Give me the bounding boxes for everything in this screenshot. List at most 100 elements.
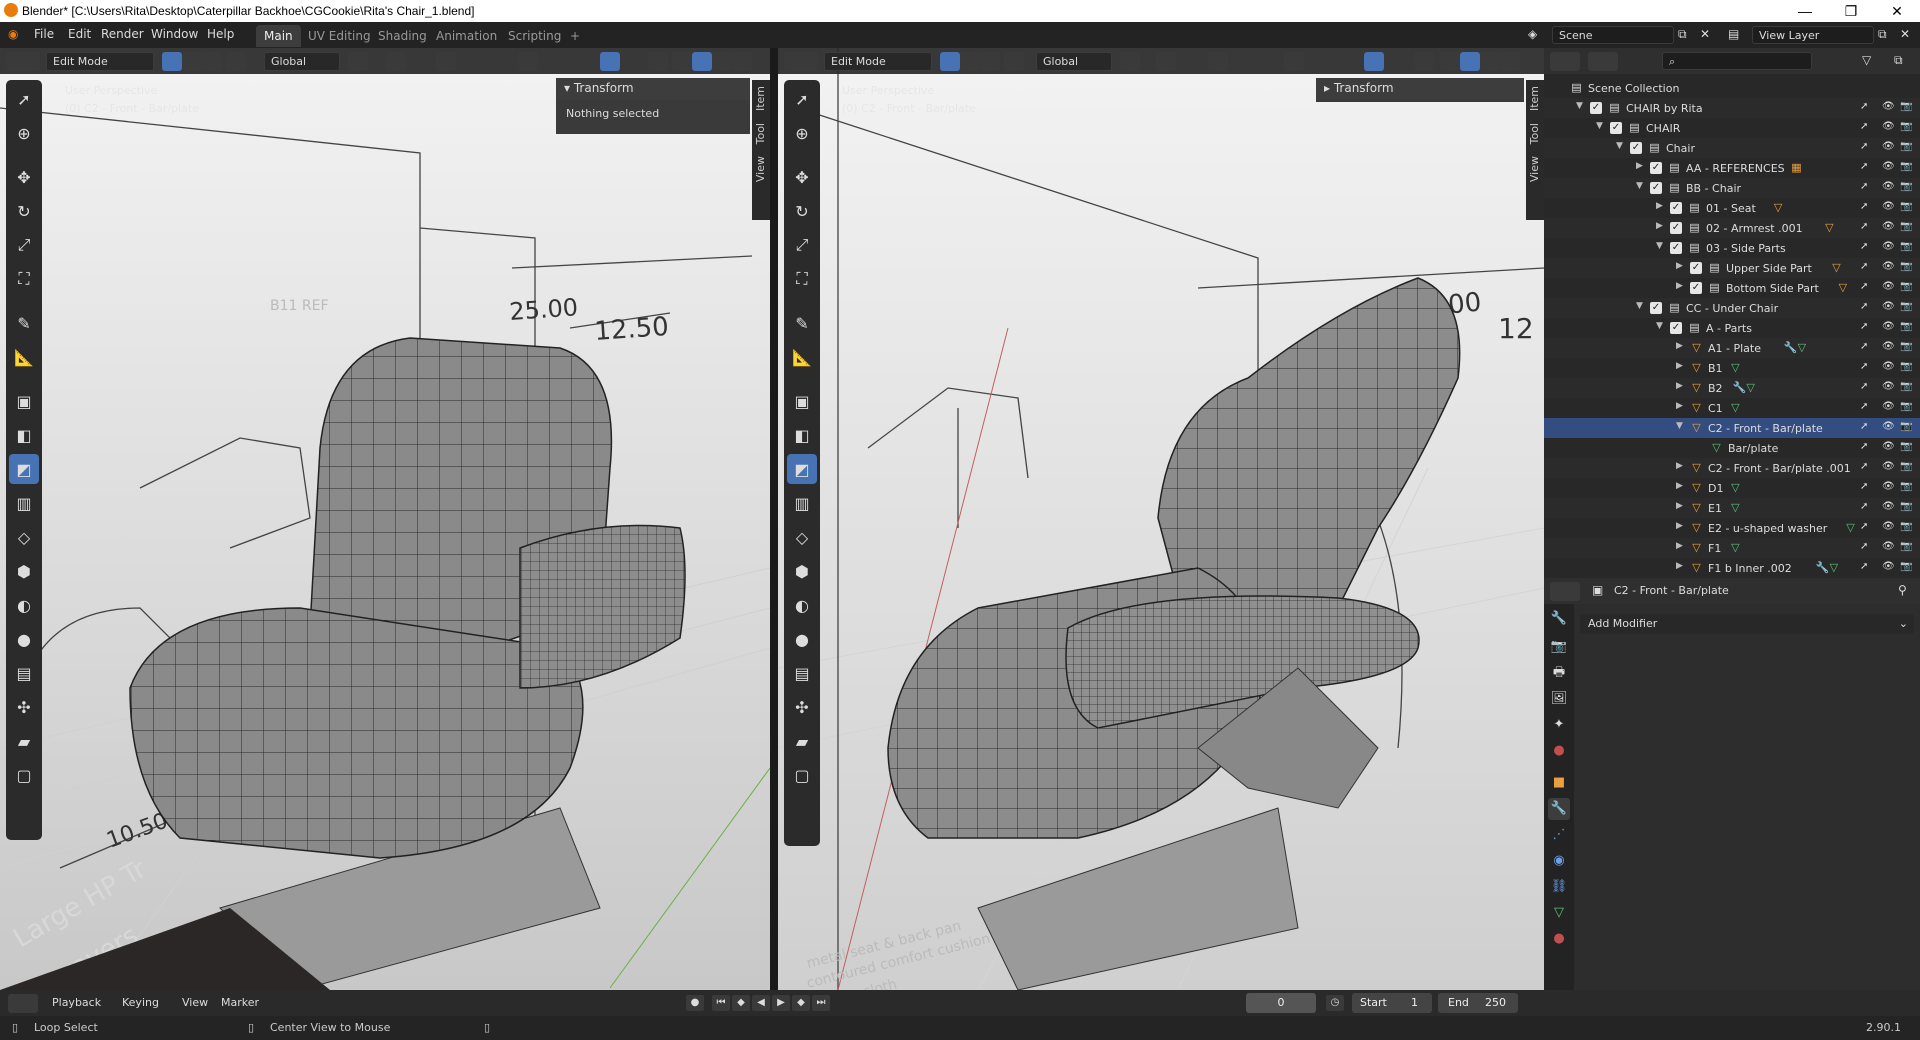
eye-icon[interactable]: 👁 bbox=[1882, 341, 1895, 352]
timeline-editor-type-button[interactable] bbox=[8, 994, 38, 1013]
camera-icon[interactable]: 📷 bbox=[1900, 221, 1912, 232]
select-arrow-icon[interactable]: ➚ bbox=[1860, 221, 1868, 232]
overlays-button-right[interactable] bbox=[1364, 52, 1384, 71]
cursor-tool-icon-right[interactable]: ⊕ bbox=[787, 118, 817, 148]
tab-view-right[interactable]: View bbox=[1526, 150, 1543, 188]
eye-icon[interactable]: 👁 bbox=[1882, 161, 1895, 172]
material-shading-button[interactable] bbox=[712, 52, 732, 71]
select-arrow-icon[interactable]: ➚ bbox=[1860, 501, 1868, 512]
expand-right-icon[interactable]: ▶ bbox=[1636, 161, 1643, 171]
vertex-select-button[interactable] bbox=[162, 52, 182, 71]
orientation-dropdown-right[interactable]: Global bbox=[1036, 52, 1112, 71]
data-indicator-icon[interactable]: ▽ bbox=[1729, 401, 1742, 414]
menu-help[interactable]: Help bbox=[207, 27, 234, 41]
face-select-button[interactable] bbox=[202, 52, 222, 71]
select-arrow-icon[interactable]: ➚ bbox=[1860, 541, 1868, 552]
visibility-button-right[interactable] bbox=[1284, 52, 1304, 71]
expand-right-icon[interactable]: ▶ bbox=[1676, 261, 1683, 271]
menu-edit[interactable]: Edit bbox=[68, 27, 91, 41]
select-arrow-icon[interactable]: ➚ bbox=[1860, 261, 1868, 272]
outliner-row[interactable]: ▶ ▽ F1 ▽ ➚ 👁 📷 bbox=[1544, 538, 1920, 558]
blender-menu-icon[interactable]: ◉ bbox=[8, 27, 18, 41]
shear-tool-icon-right[interactable]: ▰ bbox=[787, 726, 817, 756]
select-arrow-icon[interactable]: ➚ bbox=[1860, 481, 1868, 492]
filter-icon[interactable]: ▽ bbox=[1862, 53, 1871, 67]
data-indicator-icon[interactable]: ▦ bbox=[1790, 161, 1803, 174]
viewport-right[interactable]: 25.00 12 metal seat & back pan contoured… bbox=[778, 48, 1544, 990]
select-arrow-icon[interactable]: ➚ bbox=[1860, 121, 1868, 132]
select-tool-icon[interactable]: ➚ bbox=[9, 84, 39, 114]
eye-icon[interactable]: 👁 bbox=[1882, 421, 1895, 432]
expand-down-icon[interactable]: ▼ bbox=[1636, 181, 1643, 191]
orientation-dropdown-left[interactable]: Global bbox=[264, 52, 340, 71]
camera-icon[interactable]: 📷 bbox=[1900, 241, 1912, 252]
properties-editor-type-button[interactable] bbox=[1550, 582, 1580, 601]
camera-icon[interactable]: 📷 bbox=[1900, 541, 1912, 552]
view-layer-field[interactable]: View Layer bbox=[1752, 26, 1874, 44]
editor-type-button[interactable] bbox=[6, 52, 40, 71]
loop-cut-tool-icon[interactable]: ▥ bbox=[9, 488, 39, 518]
shrink-fatten-tool-icon-right[interactable]: ✣ bbox=[787, 692, 817, 722]
expand-right-icon[interactable]: ▶ bbox=[1676, 341, 1683, 351]
outliner-row[interactable]: ▶ ▽ E2 - u-shaped washer ▽ ➚ 👁 📷 bbox=[1544, 518, 1920, 538]
expand-right-icon[interactable]: ▶ bbox=[1676, 521, 1683, 531]
outliner-row[interactable]: ▶ ▽ C2 - Front - Bar/plate .001 ➚ 👁 📷 bbox=[1544, 458, 1920, 478]
data-indicator-icon[interactable]: 🔧▽ bbox=[1780, 341, 1810, 354]
xray-button[interactable] bbox=[648, 52, 668, 71]
outliner-row[interactable]: ▤ Scene Collection bbox=[1544, 78, 1920, 98]
camera-icon[interactable]: 📷 bbox=[1900, 421, 1912, 432]
exclude-checkbox[interactable]: ✓ bbox=[1670, 322, 1682, 334]
menu-file[interactable]: File bbox=[34, 27, 54, 41]
edge-slide-tool-icon[interactable]: ▤ bbox=[9, 658, 39, 688]
select-arrow-icon[interactable]: ➚ bbox=[1860, 201, 1868, 212]
outliner-row[interactable]: ▼ ✓ ▤ CHAIR by Rita ➚ 👁 📷 bbox=[1544, 98, 1920, 118]
exclude-checkbox[interactable]: ✓ bbox=[1650, 182, 1662, 194]
measure-tool-icon-right[interactable]: 📐 bbox=[787, 342, 817, 372]
proportional-edit-button[interactable] bbox=[436, 52, 456, 71]
start-frame-field[interactable]: Start 1 bbox=[1352, 993, 1432, 1013]
outliner-row[interactable]: ▶ ▽ B2 🔧▽ ➚ 👁 📷 bbox=[1544, 378, 1920, 398]
eye-icon[interactable]: 👁 bbox=[1882, 521, 1895, 532]
pivot-button[interactable] bbox=[348, 52, 368, 71]
eye-icon[interactable]: 👁 bbox=[1882, 221, 1895, 232]
jump-end-icon[interactable]: ⏭ bbox=[812, 995, 830, 1011]
material-tab-icon[interactable]: ● bbox=[1548, 928, 1570, 950]
select-arrow-icon[interactable]: ➚ bbox=[1860, 101, 1868, 112]
next-keyframe-icon[interactable]: ◆ bbox=[792, 995, 810, 1011]
shear-tool-icon[interactable]: ▰ bbox=[9, 726, 39, 756]
select-arrow-icon[interactable]: ➚ bbox=[1860, 361, 1868, 372]
jump-start-icon[interactable]: ⏮ bbox=[712, 995, 730, 1011]
move-tool-icon-right[interactable]: ✥ bbox=[787, 162, 817, 192]
eye-icon[interactable]: 👁 bbox=[1882, 461, 1895, 472]
measure-tool-icon[interactable]: 📐 bbox=[9, 342, 39, 372]
eye-icon[interactable]: 👁 bbox=[1882, 361, 1895, 372]
transform-panel-header[interactable]: ▾ Transform bbox=[556, 78, 750, 100]
data-indicator-icon[interactable]: ▽ bbox=[1836, 281, 1849, 294]
exclude-checkbox[interactable]: ✓ bbox=[1690, 262, 1702, 274]
eye-icon[interactable]: 👁 bbox=[1882, 121, 1895, 132]
outliner-display-mode-button[interactable] bbox=[1588, 52, 1618, 71]
record-icon[interactable]: ● bbox=[686, 995, 704, 1011]
expand-right-icon[interactable]: ▶ bbox=[1676, 481, 1683, 491]
expand-right-icon[interactable]: ▶ bbox=[1676, 281, 1683, 291]
outliner-row[interactable]: ▶ ▽ A1 - Plate 🔧▽ ➚ 👁 📷 bbox=[1544, 338, 1920, 358]
outliner-row[interactable]: ▼ ✓ ▤ CC - Under Chair ➚ 👁 📷 bbox=[1544, 298, 1920, 318]
mode-dropdown-left[interactable]: Edit Mode bbox=[46, 52, 154, 71]
camera-icon[interactable]: 📷 bbox=[1900, 381, 1912, 392]
keying-menu[interactable]: Keying bbox=[122, 996, 159, 1009]
solid-shading-button[interactable] bbox=[692, 52, 712, 71]
eye-icon[interactable]: 👁 bbox=[1882, 281, 1895, 292]
expand-right-icon[interactable]: ▶ bbox=[1676, 381, 1683, 391]
transform-panel-header-right[interactable]: ▸ Transform bbox=[1316, 78, 1524, 100]
tab-uv-editing[interactable]: UV Editing bbox=[300, 25, 379, 47]
expand-right-icon[interactable]: ▶ bbox=[1676, 501, 1683, 511]
data-indicator-icon[interactable]: ▽ bbox=[1729, 481, 1742, 494]
select-arrow-icon[interactable]: ➚ bbox=[1860, 141, 1868, 152]
outliner-row[interactable]: ▶ ✓ ▤ AA - REFERENCES ▦ ➚ 👁 📷 bbox=[1544, 158, 1920, 178]
outliner-search-input[interactable]: ⌕ bbox=[1662, 52, 1812, 70]
tool-tab-icon[interactable]: 🔧 bbox=[1548, 608, 1570, 630]
inset-tool-icon[interactable]: ◧ bbox=[9, 420, 39, 450]
data-indicator-icon[interactable]: ▽ bbox=[1823, 221, 1836, 234]
exclude-checkbox[interactable]: ✓ bbox=[1590, 102, 1602, 114]
poly-build-tool-icon-right[interactable]: ⬢ bbox=[787, 556, 817, 586]
